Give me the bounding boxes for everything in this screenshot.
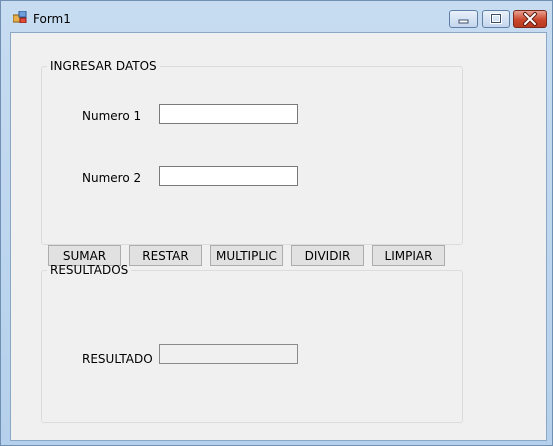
minimize-button[interactable]	[449, 10, 478, 28]
close-icon	[523, 12, 537, 26]
input-group-legend: INGRESAR DATOS	[50, 59, 157, 73]
close-button[interactable]	[513, 10, 547, 28]
numero1-input[interactable]	[159, 104, 298, 124]
maximize-icon	[490, 13, 502, 24]
window-title: Form1	[33, 12, 71, 26]
numero2-input[interactable]	[159, 166, 298, 186]
numero1-label: Numero 1	[82, 109, 142, 123]
results-groupbox: RESULTADOS RESULTADO	[41, 263, 463, 423]
minimize-icon	[458, 19, 469, 24]
resultado-label: RESULTADO	[82, 352, 153, 366]
maximize-button[interactable]	[482, 10, 510, 28]
numero2-label: Numero 2	[82, 171, 142, 185]
results-group-legend: RESULTADOS	[50, 263, 129, 277]
form-client-area: INGRESAR DATOS Numero 1 Numero 2 SUMAR R…	[10, 32, 547, 441]
title-bar[interactable]: Form1	[1, 1, 552, 31]
input-groupbox: INGRESAR DATOS Numero 1 Numero 2 SUMAR R…	[41, 59, 463, 266]
app-icon	[13, 11, 27, 23]
resultado-output	[159, 344, 298, 364]
form-window: Form1 INGRESAR DATOS Numero 1 Numero 2 S…	[0, 0, 553, 446]
